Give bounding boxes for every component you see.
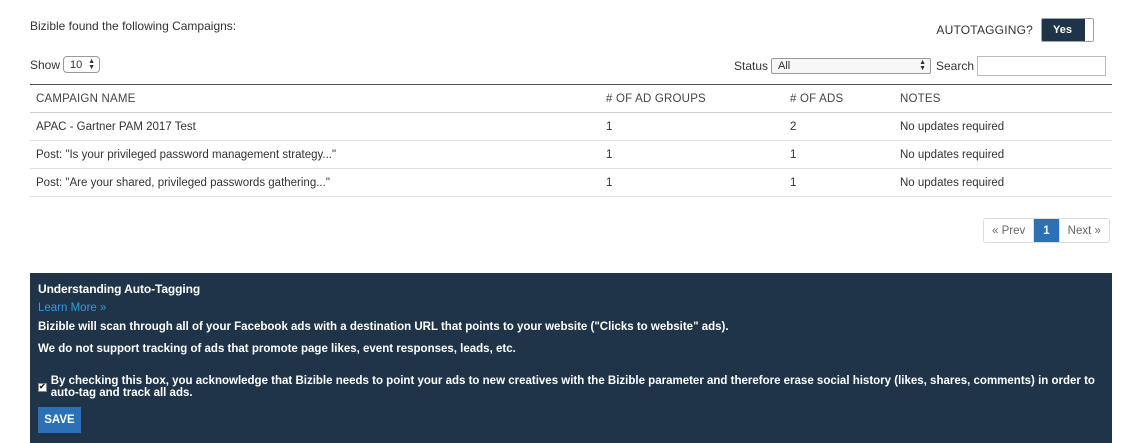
header-notes[interactable]: NOTES (894, 85, 1112, 113)
spinner-arrows-icon: ▲ ▼ (919, 59, 927, 72)
campaign-notes: No updates required (894, 168, 1112, 197)
spinner-arrows-icon: ▲ ▼ (88, 57, 96, 71)
save-button[interactable]: SAVE (38, 407, 81, 433)
acknowledge-checkbox[interactable]: ✔ (38, 382, 47, 392)
status-select-value: All (778, 60, 791, 72)
info-scan-text: Bizible will scan through all of your Fa… (38, 321, 729, 333)
ad-groups-link[interactable]: 1 (600, 140, 784, 169)
autotagging-toggle[interactable]: Yes (1041, 18, 1094, 42)
status-select[interactable]: All ▲ ▼ (771, 58, 932, 74)
info-title: Understanding Auto-Tagging (38, 282, 201, 296)
show-entries: Show 10 ▲ ▼ (30, 56, 101, 73)
campaigns-found-text: Bizible found the following Campaigns: (30, 19, 237, 33)
ads-link[interactable]: 1 (784, 140, 894, 169)
header-ads[interactable]: # OF ADS (784, 85, 894, 113)
acknowledge-text[interactable]: By checking this box, you acknowledge th… (51, 375, 1104, 399)
table-header-row: CAMPAIGN NAME # OF AD GROUPS # OF ADS NO… (30, 84, 1112, 113)
table-row: Post: "Is your privileged password manag… (30, 140, 1112, 169)
ad-groups-link[interactable]: 1 (600, 112, 784, 141)
toggle-knob[interactable] (1083, 19, 1093, 41)
table-row: Post: "Are your shared, privileged passw… (30, 168, 1112, 197)
status-filter: Status All ▲ ▼ (734, 58, 932, 74)
auto-tagging-info-panel: Understanding Auto-Tagging Learn More » … (30, 273, 1112, 443)
ads-link[interactable]: 2 (784, 112, 894, 141)
info-unsupported-text: We do not support tracking of ads that p… (38, 343, 516, 355)
table-row: APAC - Gartner PAM 2017 Test 1 2 No upda… (30, 112, 1112, 141)
campaign-name: Post: "Is your privileged password manag… (30, 140, 600, 169)
show-label: Show (30, 57, 61, 72)
page-1-button[interactable]: 1 (1034, 219, 1059, 242)
pagination: « Prev 1 Next » (983, 218, 1110, 243)
campaigns-table: CAMPAIGN NAME # OF AD GROUPS # OF ADS NO… (30, 84, 1112, 197)
autotagging-control: AUTOTAGGING? Yes (936, 18, 1094, 42)
prev-page-button[interactable]: « Prev (984, 219, 1035, 242)
campaign-name: Post: "Are your shared, privileged passw… (30, 168, 600, 197)
ads-link[interactable]: 1 (784, 168, 894, 197)
status-label: Status (734, 59, 769, 73)
next-page-button[interactable]: Next » (1058, 219, 1109, 242)
search-filter: Search (936, 56, 1107, 76)
campaign-name: APAC - Gartner PAM 2017 Test (30, 112, 600, 141)
ad-groups-link[interactable]: 1 (600, 168, 784, 197)
campaign-notes: No updates required (894, 140, 1112, 169)
autotagging-toggle-value[interactable]: Yes (1042, 19, 1083, 41)
show-select-value: 10 (70, 58, 83, 71)
header-campaign-name[interactable]: CAMPAIGN NAME (30, 85, 600, 113)
learn-more-link[interactable]: Learn More » (38, 302, 106, 314)
search-label: Search (936, 59, 975, 73)
search-input[interactable] (977, 56, 1107, 76)
checkmark-icon: ✔ (39, 382, 46, 391)
autotagging-label: AUTOTAGGING? (936, 23, 1034, 37)
acknowledge-row: ✔ By checking this box, you acknowledge … (38, 375, 1104, 399)
header-ad-groups[interactable]: # OF AD GROUPS (600, 85, 784, 113)
campaign-notes: No updates required (894, 112, 1112, 141)
show-select[interactable]: 10 ▲ ▼ (63, 56, 101, 73)
